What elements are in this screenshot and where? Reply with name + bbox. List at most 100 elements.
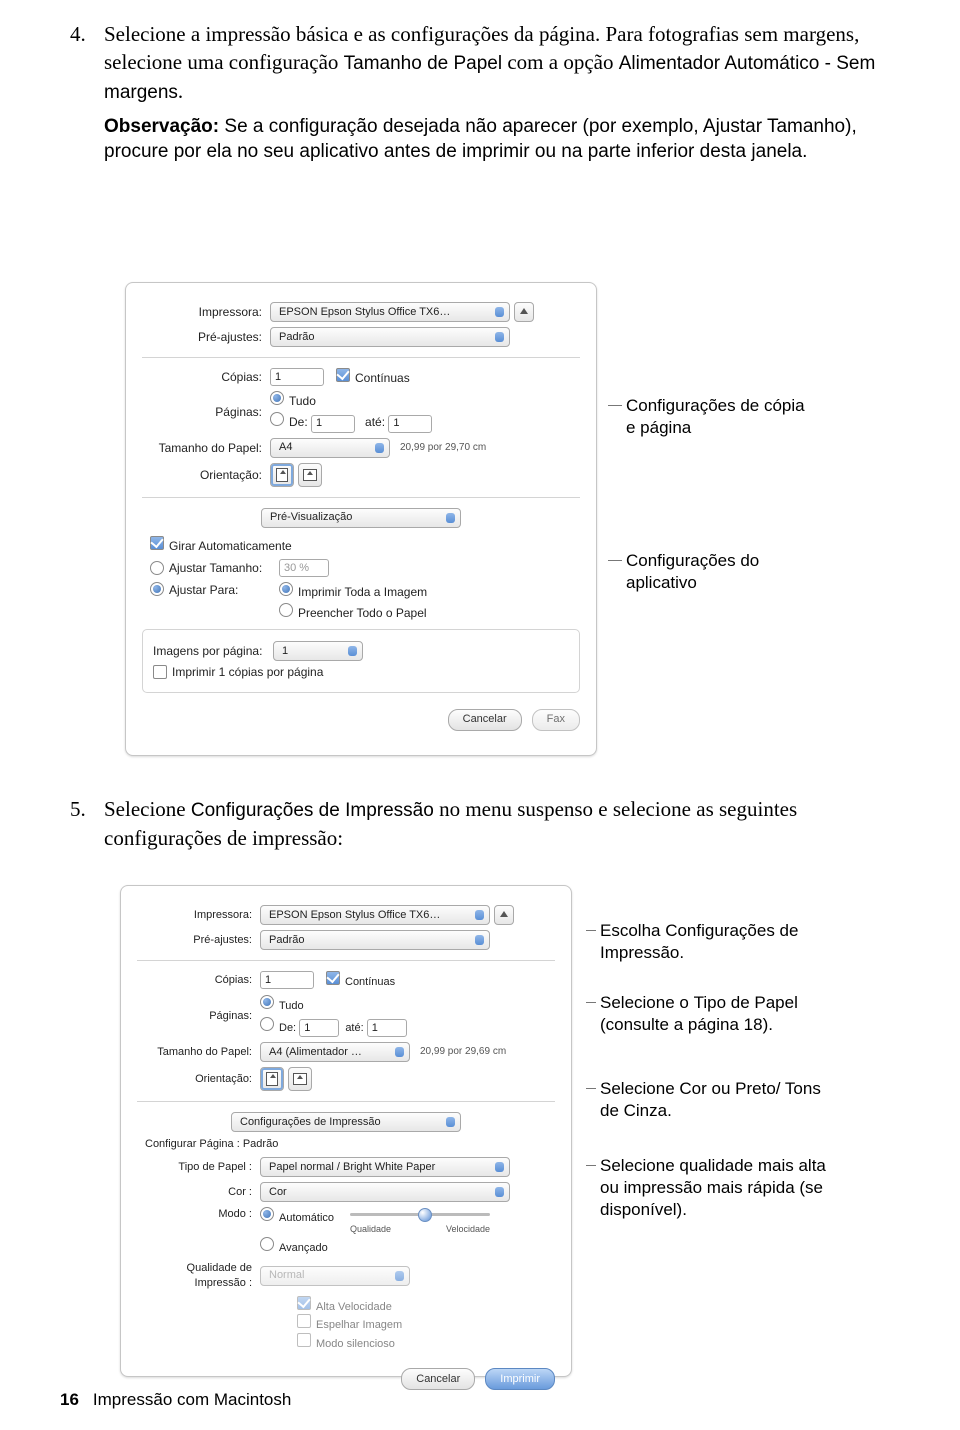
landscape-icon [303, 469, 317, 481]
orientation-portrait-button[interactable] [270, 463, 294, 487]
lbl-copias: Cópias: [142, 369, 270, 385]
radio-ajustar-tamanho[interactable] [150, 561, 164, 575]
callout2-d-text: Selecione qualidade mais alta ou impress… [600, 1155, 830, 1221]
lbl-continuas: Contínuas [355, 371, 410, 385]
checkbox-girar[interactable] [150, 536, 164, 550]
select-preajustes-val: Padrão [279, 330, 314, 345]
imprimir-button[interactable]: Imprimir [485, 1368, 555, 1390]
radio-preencher[interactable] [279, 603, 293, 617]
c2b-post: (consulte a página 18). [600, 1015, 773, 1034]
c2a-pre: Escolha [600, 921, 665, 940]
c2c-mid: ou [707, 1079, 735, 1098]
step-4-body: Selecione a impressão básica e as config… [104, 20, 900, 106]
lbl2-qualidade-impressao: Qualidade de Impressão : [137, 1261, 260, 1291]
images-per-page-box: Imagens por página:1 Imprimir 1 cópias p… [142, 629, 580, 692]
select-preajustes[interactable]: Padrão [270, 327, 510, 347]
step-5-bold-a: Configurações de Impressão [191, 800, 434, 821]
callout2-d: Selecione qualidade mais alta ou impress… [600, 1155, 830, 1221]
checkbox2-continuas[interactable] [326, 971, 340, 985]
lbl2-alta-vel: Alta Velocidade [316, 1301, 392, 1313]
input-ate[interactable]: 1 [388, 415, 432, 433]
imprimir-button-label: Imprimir [500, 1372, 540, 1387]
select-section-val: Pré-Visualização [270, 510, 352, 525]
callout2-b-text: Selecione o Tipo de Papel (consulte a pá… [600, 992, 810, 1036]
orientation-landscape-button[interactable] [298, 463, 322, 487]
input-de[interactable]: 1 [311, 415, 355, 433]
checkbox2-espelhar [297, 1314, 311, 1328]
select-section[interactable]: Pré-Visualização [261, 508, 461, 528]
lbl-ajustar-para: Ajustar Para: [169, 582, 279, 598]
lbl2-qualidade: Qualidade [350, 1223, 391, 1235]
radio-de[interactable] [270, 412, 284, 426]
input2-copias-val: 1 [265, 973, 271, 988]
callout2-a: Escolha Configurações de Impressão. [600, 920, 830, 964]
step-4-number: 4. [70, 20, 104, 106]
radio-imprimir-toda[interactable] [279, 582, 293, 596]
input-copias[interactable]: 1 [270, 368, 324, 386]
select2-tamanho-papel[interactable]: A4 (Alimentador … [260, 1042, 410, 1062]
portrait-icon [276, 468, 288, 482]
input2-ate[interactable]: 1 [367, 1019, 407, 1037]
radio2-automatico[interactable] [260, 1207, 274, 1221]
select2-preajustes[interactable]: Padrão [260, 930, 490, 950]
select2-tipo-papel[interactable]: Papel normal / Bright White Paper [260, 1157, 510, 1177]
cancel-button[interactable]: Cancelar [448, 709, 522, 731]
select2-section[interactable]: Configurações de Impressão [231, 1112, 461, 1132]
lbl-tudo: Tudo [289, 394, 316, 408]
step-4-text-c: . [178, 79, 183, 103]
input-de-val: 1 [316, 416, 322, 431]
lbl-tamanho-papel: Tamanho do Papel: [142, 440, 270, 456]
fax-button[interactable]: Fax [532, 709, 580, 731]
c2b-bold: Tipo de Papel [694, 993, 798, 1012]
select-impressora[interactable]: EPSON Epson Stylus Office TX6… [270, 302, 510, 322]
arrow-up-icon[interactable] [494, 905, 514, 925]
input2-ate-val: 1 [372, 1021, 378, 1036]
select-img-por-pag-val: 1 [282, 644, 288, 659]
divider [142, 357, 580, 358]
callout2-b: Selecione o Tipo de Papel (consulte a pá… [600, 992, 810, 1036]
select2-cor[interactable]: Cor [260, 1182, 510, 1202]
radio-ajustar-para[interactable] [150, 582, 164, 596]
input-copias-val: 1 [275, 370, 281, 385]
select2-impressora[interactable]: EPSON Epson Stylus Office TX6… [260, 905, 490, 925]
lbl-preencher: Preencher Todo o Papel [298, 606, 427, 620]
print-dialog-2: Impressora: EPSON Epson Stylus Office TX… [120, 885, 572, 1377]
checkbox-continuas[interactable] [336, 368, 350, 382]
select2-impressora-val: EPSON Epson Stylus Office TX6… [269, 908, 440, 923]
select-img-por-pag[interactable]: 1 [273, 641, 363, 661]
slider-qualidade[interactable] [350, 1207, 490, 1221]
callout-copy-page-text: Configurações de cópia e página [626, 395, 806, 439]
radio2-tudo[interactable] [260, 995, 274, 1009]
orientation2-portrait-button[interactable] [260, 1067, 284, 1091]
select-tamanho-papel[interactable]: A4 [270, 438, 390, 458]
select-tamanho-papel-val: A4 [279, 440, 292, 455]
lbl-ajustar-tamanho: Ajustar Tamanho: [169, 560, 279, 576]
orientation2-landscape-button[interactable] [288, 1067, 312, 1091]
lbl-imp-copias: Imprimir 1 cópias por página [172, 664, 323, 680]
lbl2-impressora: Impressora: [137, 908, 260, 923]
lbl2-config-pag: Configurar Página : Padrão [145, 1137, 278, 1152]
input2-de[interactable]: 1 [299, 1019, 339, 1037]
input-ajustar-tamanho[interactable]: 30 % [279, 559, 329, 577]
lbl2-paginas: Páginas: [137, 1009, 260, 1024]
lbl2-tamanho-papel: Tamanho do Papel: [137, 1045, 260, 1060]
step-4-text-b: com a opção [502, 50, 619, 74]
c2a-post: . [679, 943, 684, 962]
checkbox-imp-copias[interactable] [153, 665, 167, 679]
input2-de-val: 1 [304, 1021, 310, 1036]
arrow-up-icon[interactable] [514, 302, 534, 322]
lbl2-tudo: Tudo [279, 1000, 304, 1012]
input2-copias[interactable]: 1 [260, 971, 314, 989]
c2c-b1: Cor [679, 1079, 706, 1098]
radio2-avancado[interactable] [260, 1237, 274, 1251]
lbl-de: De: [289, 415, 308, 429]
fax-button-label: Fax [547, 712, 565, 727]
radio2-de[interactable] [260, 1017, 274, 1031]
checkbox2-silencioso [297, 1333, 311, 1347]
note-bold-b: Ajustar Tamanho [703, 116, 845, 137]
step-4: 4. Selecione a impressão básica e as con… [70, 20, 900, 106]
select2-tamanho-papel-val: A4 (Alimentador … [269, 1045, 362, 1060]
cancel2-button[interactable]: Cancelar [401, 1368, 475, 1390]
radio-tudo[interactable] [270, 391, 284, 405]
footer-title: Impressão com Macintosh [93, 1390, 291, 1409]
